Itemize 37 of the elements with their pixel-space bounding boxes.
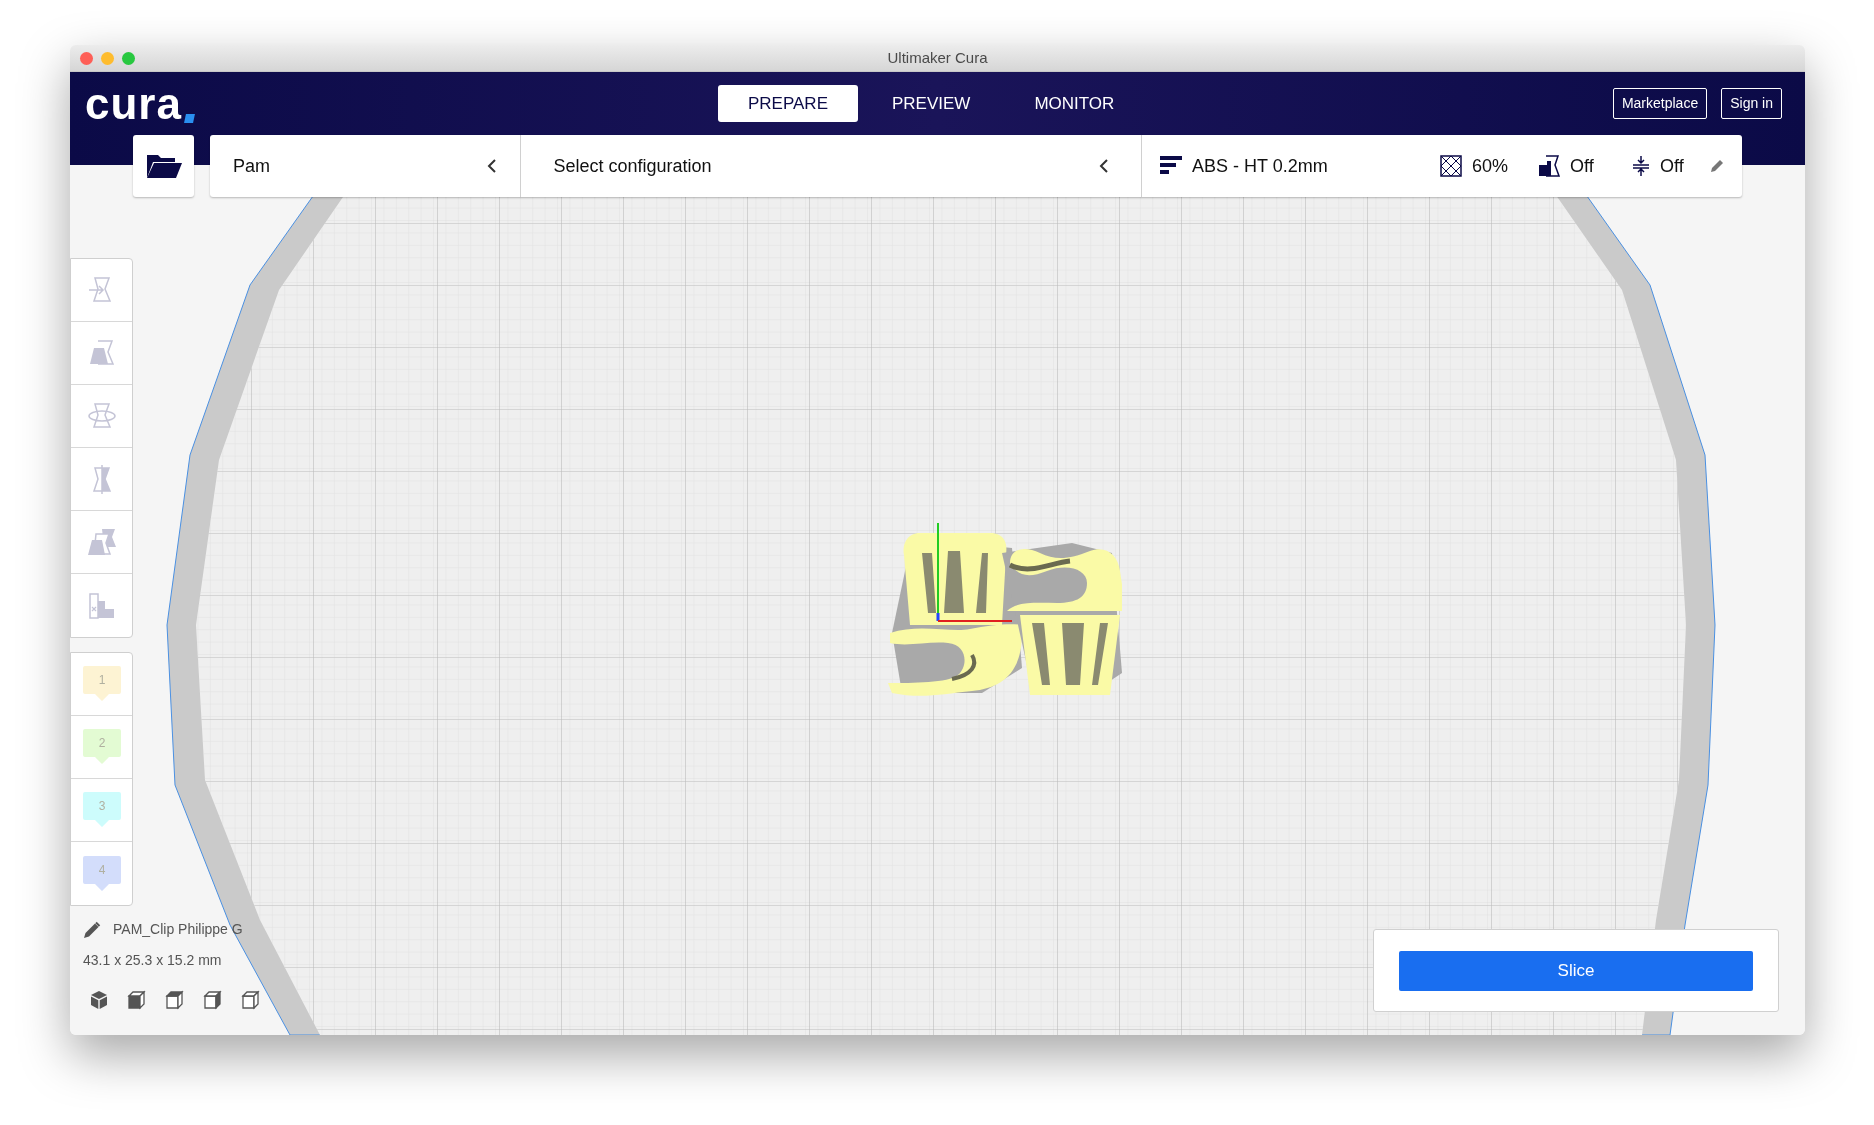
support-shape-icon [1538, 155, 1560, 177]
zoom-window-button[interactable] [122, 52, 135, 65]
chevron-left-icon [487, 158, 498, 174]
open-file-button[interactable] [133, 135, 194, 197]
slice-button[interactable]: Slice [1399, 950, 1753, 991]
window-title: Ultimaker Cura [887, 47, 988, 68]
shape-rotation-icon [85, 401, 118, 431]
close-window-button[interactable] [80, 52, 93, 65]
print-settings-selector[interactable]: ABS - HT 0.2mm 60% Off Off [1142, 135, 1742, 197]
cube-right-face-icon [241, 990, 261, 1010]
object-name: PAM_Clip Philippe G [113, 920, 243, 939]
profile-bars-icon [1160, 156, 1182, 176]
stage-tab[interactable]: PREPARE [718, 85, 858, 122]
cube-front-face-icon [127, 990, 147, 1010]
chevron-left-icon [1099, 158, 1109, 174]
stacked-shapes-icon [85, 527, 118, 557]
logo-text: cura [85, 81, 182, 126]
infill-pattern-icon [1440, 155, 1462, 177]
extruder-badge: 3 [82, 792, 121, 828]
marketplace-button[interactable]: Marketplace [1612, 88, 1708, 119]
cube-left-face-icon [203, 990, 223, 1010]
pencil-icon [1710, 159, 1724, 173]
extruder-badge: 2 [82, 729, 121, 765]
cube-top-face-icon [165, 990, 185, 1010]
extruder-badge: 1 [82, 666, 121, 702]
extruder-badge: 4 [82, 855, 121, 892]
pencil-icon [83, 920, 101, 939]
stage-tab[interactable]: PREVIEW [862, 85, 1001, 122]
sign-in-button[interactable]: Sign in [1721, 88, 1782, 119]
configuration-selector[interactable]: Select configuration [521, 135, 1142, 197]
minimize-window-button[interactable] [101, 52, 114, 65]
object-dimensions: 43.1 x 25.3 x 15.2 mm [83, 951, 223, 970]
stage-tab[interactable]: MONITOR [1004, 85, 1145, 122]
folder-icon [145, 153, 182, 179]
printer-selector[interactable]: Pam [210, 135, 522, 197]
adhesion-arrows-icon [1632, 155, 1650, 177]
cube-icon [89, 990, 109, 1010]
